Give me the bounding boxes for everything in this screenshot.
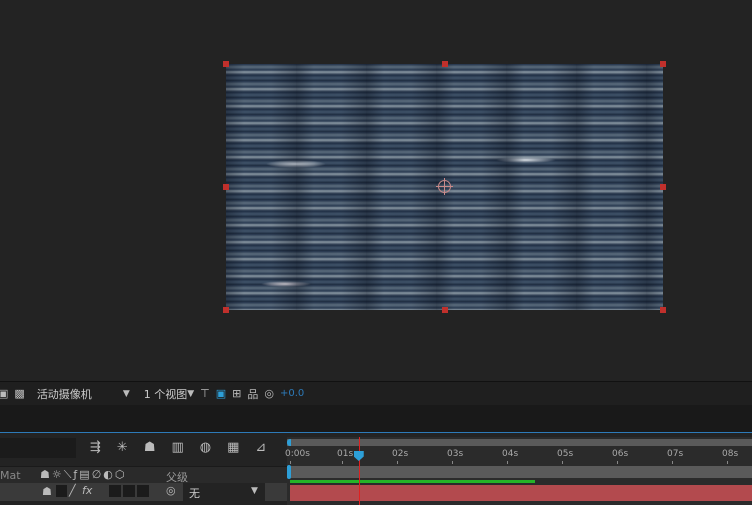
work-area-start-handle[interactable] — [287, 465, 291, 479]
transform-handle[interactable] — [223, 184, 229, 190]
viewer-toolbar: ▣ ▩ 活动摄像机 ▼ 1 个视图 ▼ ⊤ ▣ ⊞ 品 ◎ +0.0 — [0, 381, 752, 405]
rendered-cache-bar — [290, 480, 535, 483]
pixel-aspect-icon[interactable]: ⊤ — [200, 387, 210, 400]
time-tick: 01s — [337, 449, 353, 464]
transform-handle[interactable] — [442, 307, 448, 313]
layer-search-input[interactable] — [0, 438, 76, 458]
panel-divider — [0, 405, 752, 433]
playhead-handle[interactable] — [353, 451, 364, 461]
column-mat: Mat — [0, 469, 21, 482]
shy-switch-icon[interactable]: ☗ — [42, 485, 52, 498]
shy-icon[interactable]: ☗ — [144, 440, 156, 455]
composition-nav-icon[interactable]: ⇶ — [90, 440, 101, 455]
time-tick: 0:00s — [285, 449, 310, 464]
fx-icon[interactable]: fx — [82, 484, 92, 497]
column-header: Mat ☗☼⟍ƒ▤∅◐⬡ 父级 — [0, 466, 287, 484]
switch-box[interactable] — [56, 485, 67, 497]
transform-handle[interactable] — [223, 307, 229, 313]
anchor-point-icon[interactable] — [436, 178, 453, 195]
exposure-value[interactable]: +0.0 — [280, 388, 304, 399]
work-area-bar[interactable] — [287, 466, 752, 478]
transform-handle[interactable] — [223, 61, 229, 67]
timeline-icon[interactable]: ⊞ — [232, 387, 241, 400]
chevron-down-icon[interactable]: ▼ — [123, 389, 130, 399]
time-tick: 02s — [392, 449, 408, 464]
chevron-down-icon[interactable]: ▼ — [187, 389, 194, 399]
views-select[interactable]: 1 个视图 — [144, 386, 188, 402]
navigator-start-handle[interactable] — [287, 439, 291, 446]
region-icon[interactable]: ▣ — [0, 387, 8, 400]
draft-3d-icon[interactable]: ✳ — [117, 440, 128, 455]
transform-handle[interactable] — [660, 184, 666, 190]
frame-blending-icon[interactable]: ▥ — [171, 440, 183, 455]
flowchart-icon[interactable]: 品 — [247, 386, 258, 402]
quality-icon[interactable]: ╱ — [69, 484, 76, 497]
playhead-line[interactable] — [358, 437, 360, 505]
motion-blur-icon[interactable]: ◍ — [200, 440, 211, 455]
parent-select[interactable]: 无 ▼ — [183, 483, 265, 501]
exposure-icon[interactable]: ◎ — [264, 387, 274, 400]
switch-boxes[interactable] — [109, 485, 149, 497]
parent-value: 无 — [189, 487, 200, 500]
time-tick: 05s — [557, 449, 573, 464]
switches-icons: ☗☼⟍ƒ▤∅◐⬡ — [40, 468, 127, 481]
layer-row[interactable]: ☗ ╱ fx ◎ 无 ▼ — [0, 483, 287, 501]
transform-handle[interactable] — [660, 61, 666, 67]
timeline-switches: ⇶ ✳ ☗ ▥ ◍ ▦ ⊿ — [90, 440, 266, 455]
graph-editor-icon[interactable]: ⊿ — [255, 440, 266, 455]
time-tick: 03s — [447, 449, 463, 464]
camera-select[interactable]: 活动摄像机 — [37, 386, 117, 402]
time-navigator[interactable] — [287, 439, 752, 446]
time-tick: 06s — [612, 449, 628, 464]
time-tick: 04s — [502, 449, 518, 464]
time-tick: 08s — [722, 449, 738, 464]
chevron-down-icon[interactable]: ▼ — [251, 486, 258, 496]
transparency-grid-icon[interactable]: ▩ — [14, 387, 24, 400]
transform-handle[interactable] — [442, 61, 448, 67]
graph-icon[interactable]: ▦ — [227, 440, 239, 455]
transform-handle[interactable] — [660, 307, 666, 313]
time-ruler[interactable]: 0:00s 01s 02s 03s 04s 05s 06s 07s 08s — [285, 437, 752, 505]
time-tick: 07s — [667, 449, 683, 464]
fast-preview-icon[interactable]: ▣ — [216, 387, 226, 400]
pickwhip-icon[interactable]: ◎ — [166, 484, 176, 497]
